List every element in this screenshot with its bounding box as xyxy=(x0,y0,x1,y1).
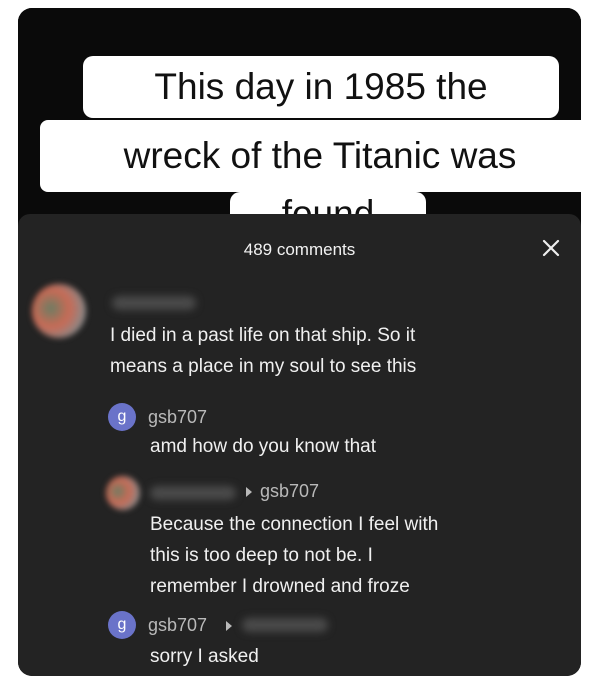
username-blurred[interactable] xyxy=(112,296,196,310)
close-icon[interactable] xyxy=(539,236,563,260)
reply-arrow-icon xyxy=(226,621,232,631)
username-blurred[interactable] xyxy=(242,618,328,632)
caption-line-1: This day in 1985 the xyxy=(83,56,559,118)
comment-text: Because the connection I feel with this … xyxy=(150,509,438,602)
screenshot-frame: This day in 1985 the wreck of the Titani… xyxy=(18,8,581,676)
reply-to-username[interactable]: gsb707 xyxy=(260,481,319,502)
comment-text: sorry I asked xyxy=(150,646,259,667)
avatar[interactable] xyxy=(32,284,86,338)
comments-sheet: 489 comments I died in a past life on th… xyxy=(18,214,581,676)
comment-text: I died in a past life on that ship. So i… xyxy=(110,320,416,382)
comment-text-line: remember I drowned and froze xyxy=(150,576,410,597)
caption-line-2: wreck of the Titanic was xyxy=(40,120,581,192)
avatar[interactable]: g xyxy=(108,403,136,431)
video-area[interactable]: This day in 1985 the wreck of the Titani… xyxy=(18,8,581,252)
comment-count: 489 comments xyxy=(243,240,356,259)
avatar[interactable] xyxy=(106,476,140,510)
comment-text-line: means a place in my soul to see this xyxy=(110,356,417,377)
comments-header: 489 comments xyxy=(18,214,581,272)
comment-text-line: I died in a past life on that ship. So i… xyxy=(110,325,416,346)
username[interactable]: gsb707 xyxy=(148,407,207,428)
username[interactable]: gsb707 xyxy=(148,615,207,636)
comment-text-line: Because the connection I feel with xyxy=(150,514,439,535)
reply-arrow-icon xyxy=(246,487,252,497)
username-blurred[interactable] xyxy=(150,486,236,500)
comment-text-line: this is too deep to not be. I xyxy=(150,545,373,566)
comment-text: amd how do you know that xyxy=(150,436,377,457)
avatar[interactable]: g xyxy=(108,611,136,639)
